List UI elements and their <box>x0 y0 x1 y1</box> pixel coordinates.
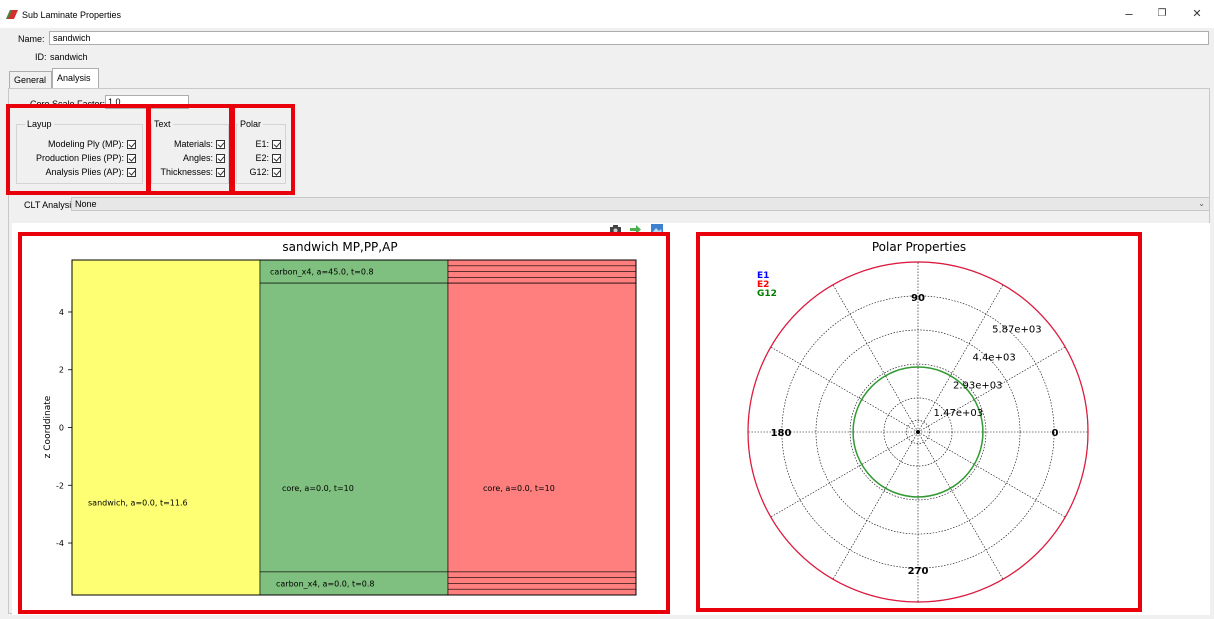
chevron-down-icon: ⌄ <box>1198 199 1205 208</box>
highlight-polar-chart <box>696 232 1142 612</box>
close-button[interactable]: ✕ <box>1186 6 1208 22</box>
highlight-polar <box>229 104 295 195</box>
name-label: Name: <box>18 34 45 44</box>
window-title: Sub Laminate Properties <box>22 10 122 20</box>
app-logo-icon <box>6 10 18 19</box>
highlight-text <box>146 104 235 195</box>
highlight-layup-chart <box>18 232 670 614</box>
tab-analysis[interactable]: Analysis <box>52 68 99 88</box>
tab-general[interactable]: General <box>9 71 52 88</box>
highlight-layup <box>6 104 151 195</box>
id-label: ID: <box>35 52 47 62</box>
name-field[interactable]: sandwich <box>49 31 1209 45</box>
clt-analysis-value: None <box>75 199 97 209</box>
minimize-button[interactable]: – <box>1118 6 1140 22</box>
title-bar <box>0 0 1214 28</box>
id-value: sandwich <box>50 52 88 62</box>
clt-analysis-select[interactable]: None ⌄ <box>71 197 1210 211</box>
restore-button[interactable]: ❐ <box>1151 6 1173 22</box>
